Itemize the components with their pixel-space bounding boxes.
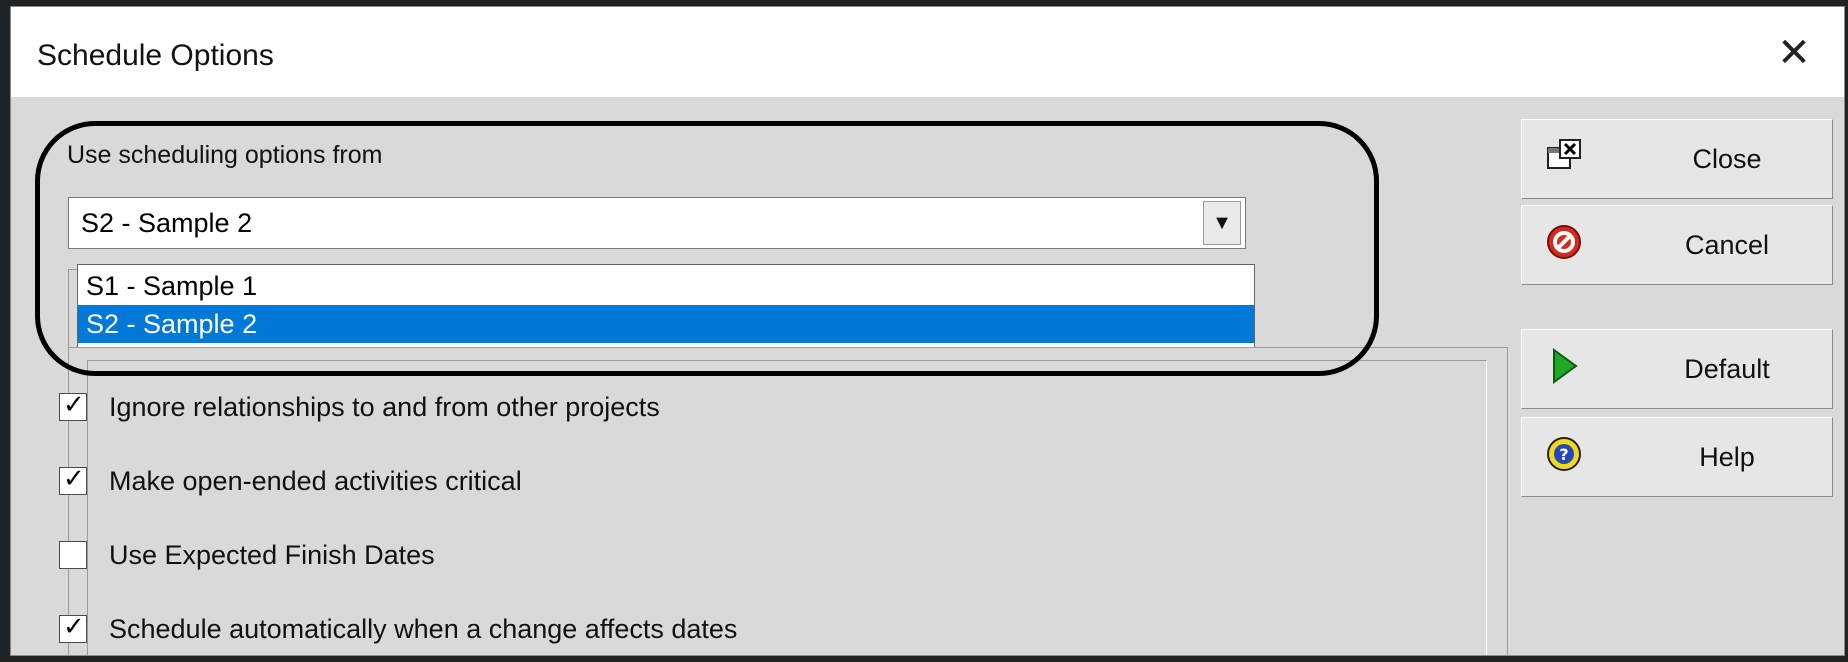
play-icon [1553, 348, 1578, 384]
option-label: Make open-ended activities critical [109, 465, 522, 496]
close-button-label: Close [1692, 144, 1762, 174]
dropdown-arrow-icon[interactable]: ▼ [1203, 201, 1241, 245]
svg-text:?: ? [1559, 445, 1568, 464]
default-button[interactable]: Default [1521, 329, 1833, 409]
title-bar: Schedule Options ✕ [11, 7, 1844, 97]
option-label: Schedule automatically when a change aff… [109, 613, 738, 644]
option-label: Use Expected Finish Dates [109, 539, 435, 570]
option-schedule-automatically[interactable]: ✓ Schedule automatically when a change a… [59, 609, 737, 649]
checkmark-icon: ✓ [63, 612, 85, 642]
option-label: Ignore relationships to and from other p… [109, 391, 660, 422]
option-expected-finish-dates[interactable]: Use Expected Finish Dates [59, 535, 435, 575]
dialog-title: Schedule Options [37, 39, 274, 72]
help-button-label: Help [1699, 442, 1755, 472]
combobox-selected-value: S2 - Sample 2 [81, 208, 253, 238]
close-window-icon [1547, 139, 1581, 169]
scheduling-source-combobox[interactable]: S2 - Sample 2 ▼ [68, 197, 1246, 249]
help-icon: ? [1547, 437, 1581, 471]
checkbox[interactable]: ✓ [59, 390, 87, 421]
title-close-icon[interactable]: ✕ [1766, 25, 1822, 81]
scheduling-source-label: Use scheduling options from [67, 141, 383, 169]
dropdown-option-s1[interactable]: S1 - Sample 1 [78, 267, 1254, 305]
close-button[interactable]: Close [1521, 119, 1833, 199]
scheduling-source-dropdown-list: S1 - Sample 1 S2 - Sample 2 [77, 264, 1255, 348]
checkmark-icon: ✓ [63, 464, 85, 494]
option-ignore-relationships[interactable]: ✓ Ignore relationships to and from other… [59, 387, 660, 427]
option-open-ended-critical[interactable]: ✓ Make open-ended activities critical [59, 461, 522, 501]
dropdown-option-s2[interactable]: S2 - Sample 2 [78, 305, 1254, 343]
checkbox[interactable] [59, 541, 87, 569]
checkmark-icon: ✓ [63, 390, 85, 420]
cancel-button[interactable]: Cancel [1521, 205, 1833, 285]
checkbox[interactable]: ✓ [59, 612, 87, 643]
cancel-button-label: Cancel [1684, 230, 1770, 260]
help-button[interactable]: ? Help [1521, 417, 1833, 497]
schedule-options-dialog: Schedule Options ✕ Use scheduling option… [10, 6, 1845, 656]
cancel-icon [1547, 225, 1581, 259]
checkbox[interactable]: ✓ [59, 464, 87, 495]
default-button-label: Default [1684, 354, 1770, 384]
